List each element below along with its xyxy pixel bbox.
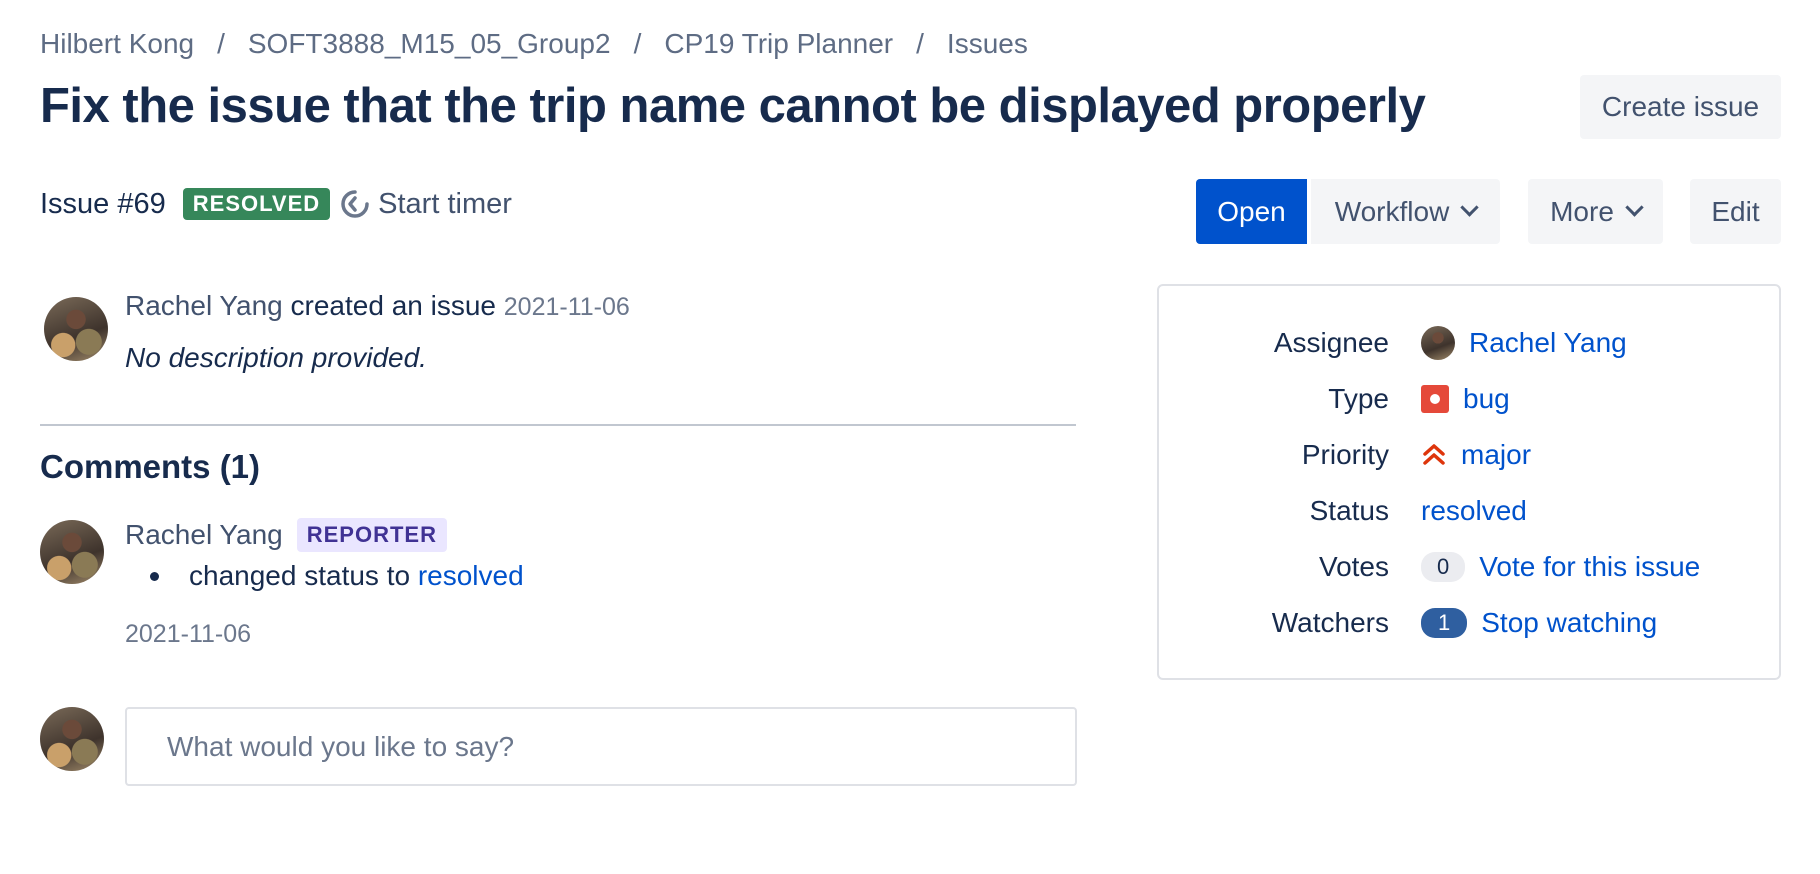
priority-label: Priority xyxy=(1301,439,1389,470)
issue-meta: Issue #69 RESOLVED Start timer xyxy=(40,180,512,228)
chevron-down-icon xyxy=(1625,198,1644,217)
more-label: More xyxy=(1550,195,1614,227)
timer-icon xyxy=(341,190,369,218)
comment-date: 2021-11-06 xyxy=(125,620,252,648)
change-text: changed status to xyxy=(189,560,411,591)
workflow-dropdown[interactable]: Workflow xyxy=(1311,179,1500,244)
status-badge: RESOLVED xyxy=(182,188,331,220)
reporter-badge: REPORTER xyxy=(296,518,447,552)
priority-row: Priority major xyxy=(1159,433,1779,477)
breadcrumb-issues[interactable]: Issues xyxy=(947,28,1028,60)
vote-link[interactable]: Vote for this issue xyxy=(1479,551,1700,583)
votes-count: 0 xyxy=(1421,552,1466,582)
edit-button[interactable]: Edit xyxy=(1690,179,1781,244)
avatar[interactable] xyxy=(44,297,108,361)
comment-change-item: changed status to resolved xyxy=(150,560,524,592)
activity-action: created an issue xyxy=(290,290,496,321)
breadcrumb-repository[interactable]: CP19 Trip Planner xyxy=(664,28,893,60)
status-label: Status xyxy=(1309,495,1389,526)
change-value-link[interactable]: resolved xyxy=(418,560,524,592)
comments-heading: Comments (1) xyxy=(40,448,261,485)
watchers-label: Watchers xyxy=(1271,607,1389,638)
chevron-down-icon xyxy=(1460,198,1480,217)
watchers-count: 1 xyxy=(1421,608,1468,638)
breadcrumb-team[interactable]: SOFT3888_M15_05_Group2 xyxy=(248,28,611,60)
type-link[interactable]: bug xyxy=(1463,383,1510,415)
avatar xyxy=(40,707,104,771)
bug-icon xyxy=(1421,385,1449,413)
priority-major-icon xyxy=(1423,444,1445,465)
avatar[interactable] xyxy=(1421,326,1455,360)
breadcrumb-separator: / xyxy=(916,28,924,59)
breadcrumb: Hilbert Kong / SOFT3888_M15_05_Group2 / … xyxy=(40,28,1028,60)
start-timer-button[interactable]: Start timer xyxy=(340,188,512,221)
assignee-label: Assignee xyxy=(1273,327,1389,358)
avatar[interactable] xyxy=(40,520,104,584)
type-label: Type xyxy=(1328,383,1389,414)
page-title: Fix the issue that the trip name cannot … xyxy=(40,79,1426,133)
issue-description: No description provided. xyxy=(125,342,427,373)
author-link[interactable]: Rachel Yang xyxy=(125,290,283,321)
votes-row: Votes 0 Vote for this issue xyxy=(1159,545,1779,589)
status-link[interactable]: resolved xyxy=(1421,495,1527,527)
stop-watching-link[interactable]: Stop watching xyxy=(1481,607,1657,639)
divider xyxy=(40,424,1076,426)
comment-input[interactable] xyxy=(125,707,1077,786)
issue-attributes-panel: Assignee Rachel Yang Type bug Priority m… xyxy=(1157,284,1781,680)
breadcrumb-separator: / xyxy=(217,28,225,59)
votes-label: Votes xyxy=(1318,551,1389,582)
priority-link[interactable]: major xyxy=(1461,439,1531,471)
status-row: Status resolved xyxy=(1159,489,1779,533)
type-row: Type bug xyxy=(1159,377,1779,421)
watchers-row: Watchers 1 Stop watching xyxy=(1159,601,1779,645)
breadcrumb-user[interactable]: Hilbert Kong xyxy=(40,28,194,60)
activity-date: 2021-11-06 xyxy=(503,293,630,321)
bullet-icon xyxy=(150,571,159,581)
timer-label: Start timer xyxy=(378,187,512,220)
create-issue-button[interactable]: Create issue xyxy=(1580,75,1781,139)
issue-number: Issue #69 xyxy=(40,187,166,220)
breadcrumb-separator: / xyxy=(633,28,642,59)
open-button[interactable]: Open xyxy=(1196,179,1307,244)
more-dropdown[interactable]: More xyxy=(1528,179,1663,244)
assignee-link[interactable]: Rachel Yang xyxy=(1469,327,1627,359)
assignee-row: Assignee Rachel Yang xyxy=(1159,321,1779,365)
issue-created-activity: Rachel Yang created an issue 2021-11-06 xyxy=(125,290,630,322)
workflow-label: Workflow xyxy=(1334,195,1450,227)
comment-author: Rachel Yang REPORTER xyxy=(125,518,447,552)
author-link[interactable]: Rachel Yang xyxy=(125,519,283,551)
